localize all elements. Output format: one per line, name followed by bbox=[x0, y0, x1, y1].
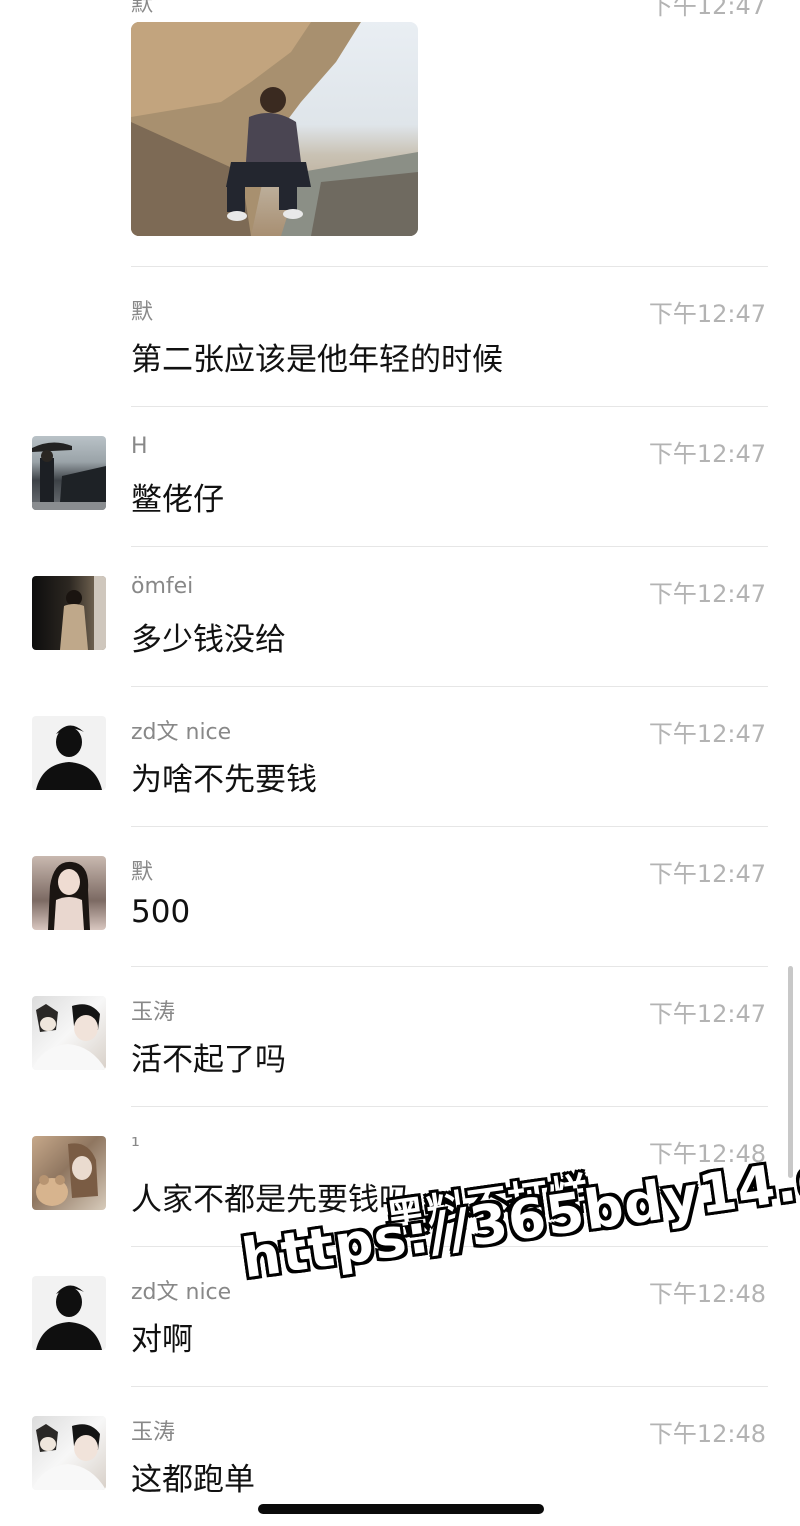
divider bbox=[131, 1106, 768, 1107]
divider bbox=[131, 1386, 768, 1387]
message-text: 鳖佬仔 bbox=[131, 482, 224, 518]
sender-name: zd文 nice bbox=[131, 720, 232, 745]
avatar[interactable] bbox=[32, 856, 106, 930]
avatar[interactable] bbox=[32, 1136, 106, 1210]
top-image-message: 默 下午12:47 bbox=[0, 0, 800, 260]
divider bbox=[131, 406, 768, 407]
home-indicator[interactable] bbox=[258, 1504, 544, 1514]
avatar[interactable] bbox=[32, 996, 106, 1070]
sender-name: 默 bbox=[131, 300, 154, 325]
divider bbox=[131, 266, 768, 267]
avatar[interactable] bbox=[32, 716, 106, 790]
avatar[interactable] bbox=[32, 436, 106, 510]
avatar-image bbox=[36, 1143, 98, 1206]
scrollbar[interactable] bbox=[788, 966, 793, 1178]
sender-name: ¹ bbox=[131, 1134, 140, 1159]
message-text: 人家不都是先要钱吗 bbox=[131, 1182, 410, 1218]
sender-name: H bbox=[131, 434, 148, 459]
message-text: 第二张应该是他年轻的时候 bbox=[131, 342, 503, 378]
avatar[interactable] bbox=[32, 1416, 106, 1490]
avatar-image bbox=[36, 1285, 102, 1350]
sender-name: 默 bbox=[131, 860, 154, 885]
chat-message: H 下午12:47 鳖佬仔 bbox=[0, 406, 800, 546]
shared-photo[interactable] bbox=[131, 22, 418, 236]
message-time: 下午12:47 bbox=[648, 0, 766, 20]
chat-message: 默 下午12:47 第二张应该是他年轻的时候 bbox=[0, 266, 800, 406]
sender-name: zd文 nice bbox=[131, 1280, 232, 1305]
message-time: 下午12:47 bbox=[648, 860, 766, 888]
chat-message: ¹ 下午12:48 人家不都是先要钱吗 bbox=[0, 1106, 800, 1246]
photo-image bbox=[131, 22, 418, 236]
message-text: 多少钱没给 bbox=[131, 622, 286, 658]
message-text: 500 bbox=[131, 894, 191, 930]
avatar[interactable] bbox=[32, 1276, 106, 1350]
message-time: 下午12:47 bbox=[648, 440, 766, 468]
avatar-image bbox=[36, 725, 102, 790]
sender-name: ömfei bbox=[131, 574, 194, 599]
divider bbox=[131, 1246, 768, 1247]
chat-message: 玉涛 下午12:47 活不起了吗 bbox=[0, 966, 800, 1106]
message-text: 为啥不先要钱 bbox=[131, 762, 317, 798]
avatar-image bbox=[32, 442, 106, 510]
message-time: 下午12:47 bbox=[648, 1000, 766, 1028]
sender-name: 玉涛 bbox=[131, 1000, 176, 1025]
divider bbox=[131, 966, 768, 967]
message-text: 这都跑单 bbox=[131, 1462, 255, 1498]
sender-name: 玉涛 bbox=[131, 1420, 176, 1445]
avatar[interactable] bbox=[32, 576, 106, 650]
sender-name: 默 bbox=[131, 0, 154, 17]
avatar-image bbox=[32, 1004, 106, 1070]
message-time: 下午12:47 bbox=[648, 580, 766, 608]
message-time: 下午12:48 bbox=[648, 1280, 766, 1308]
message-text: 活不起了吗 bbox=[131, 1042, 286, 1078]
message-time: 下午12:47 bbox=[648, 720, 766, 748]
chat-message: 默 下午12:47 500 bbox=[0, 826, 800, 966]
message-time: 下午12:48 bbox=[648, 1140, 766, 1168]
divider bbox=[131, 826, 768, 827]
avatar-image bbox=[48, 861, 90, 930]
chat-message: ömfei 下午12:47 多少钱没给 bbox=[0, 546, 800, 686]
divider bbox=[131, 546, 768, 547]
message-time: 下午12:47 bbox=[648, 300, 766, 328]
message-text: 对啊 bbox=[131, 1322, 193, 1358]
message-time: 下午12:48 bbox=[648, 1420, 766, 1448]
avatar-image bbox=[60, 576, 106, 650]
divider bbox=[131, 686, 768, 687]
avatar-image bbox=[32, 1424, 106, 1490]
chat-message: zd文 nice 下午12:47 为啥不先要钱 bbox=[0, 686, 800, 826]
chat-message: zd文 nice 下午12:48 对啊 bbox=[0, 1246, 800, 1386]
